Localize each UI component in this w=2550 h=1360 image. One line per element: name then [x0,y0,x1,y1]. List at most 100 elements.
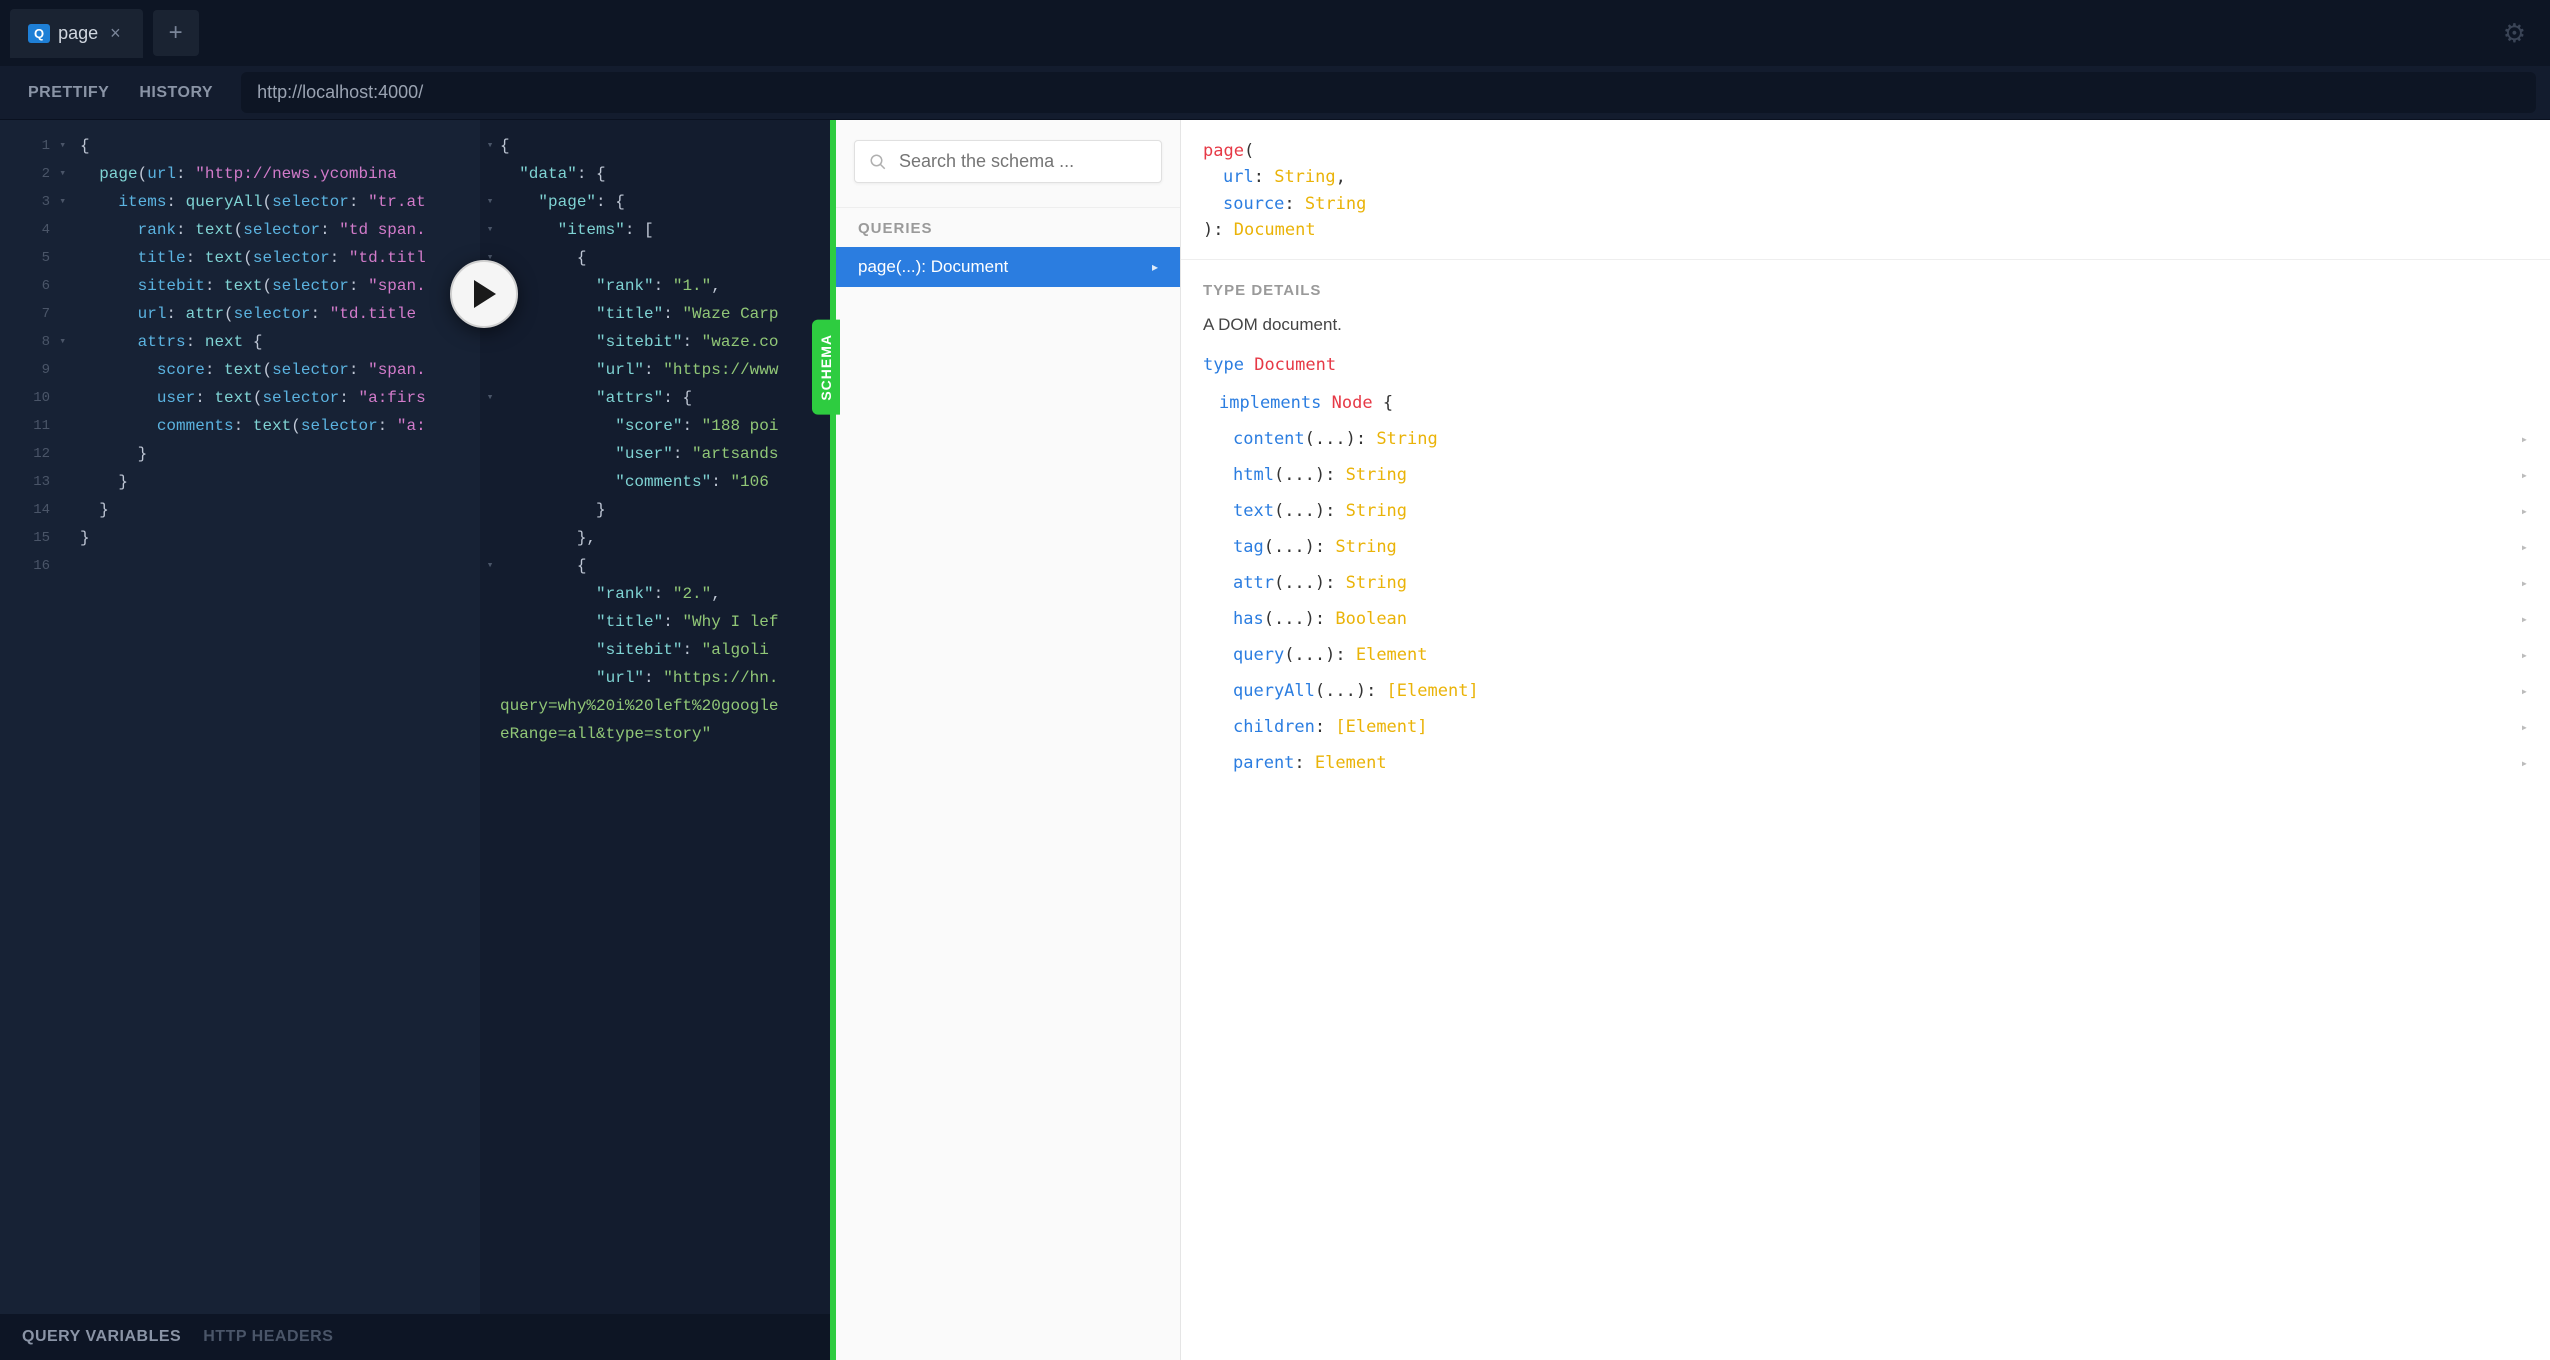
result-line: "score": "188 poi [500,412,830,440]
schema-tab-handle[interactable]: SCHEMA [812,320,840,415]
editor-gutter: 12345678910111213141516 [0,120,60,1360]
fold-toggle [480,496,500,524]
type-field[interactable]: queryAll(...): [Element]▸ [1219,673,2542,709]
fold-toggle[interactable]: ▾ [480,216,500,244]
fold-toggle [480,160,500,188]
code-line[interactable]: attrs: next { [80,328,426,356]
code-line[interactable]: url: attr(selector: "td.title [80,300,426,328]
result-line: "url": "https://hn. [500,664,830,692]
code-line[interactable]: score: text(selector: "span. [80,356,426,384]
fold-toggle[interactable]: ▾ [480,384,500,412]
code-line[interactable]: title: text(selector: "td.titl [80,244,426,272]
fold-toggle [480,692,500,720]
type-field[interactable]: tag(...): String▸ [1219,529,2542,565]
tab-badge: Q [28,24,50,43]
line-number: 10 [0,384,54,412]
code-line[interactable]: } [80,468,426,496]
fold-toggle [480,356,500,384]
fold-toggle [480,608,500,636]
result-line: "user": "artsands [500,440,830,468]
fold-toggle[interactable]: ▾ [480,188,500,216]
toolbar: PRETTIFY HISTORY [0,66,2550,120]
endpoint-input[interactable] [241,72,2536,113]
gear-icon: ⚙ [2503,18,2526,48]
code-line[interactable]: } [80,440,426,468]
close-icon[interactable]: × [106,23,125,44]
code-line[interactable]: user: text(selector: "a:firs [80,384,426,412]
type-field[interactable]: content(...): String▸ [1219,421,2542,457]
main-area: SCHEMA 12345678910111213141516 { page(ur… [0,120,2550,1360]
line-number: 9 [0,356,54,384]
result-line: "rank": "1.", [500,272,830,300]
code-line[interactable]: page(url: "http://news.ycombina [80,160,426,188]
line-number: 7 [0,300,54,328]
code-line[interactable]: } [80,524,426,552]
schema-query-item[interactable]: page(...): Document▸ [836,247,1180,287]
chevron-right-icon: ▸ [2521,468,2528,482]
line-number: 8 [0,328,54,356]
result-line: eRange=all&type=story" [500,720,830,748]
fold-toggle [480,412,500,440]
schema-search[interactable] [854,140,1162,183]
result-line: query=why%20i%20left%20google [500,692,830,720]
code-line[interactable]: { [80,132,426,160]
result-line: "sitebit": "algoli [500,636,830,664]
result-line: "data": { [500,160,830,188]
type-field[interactable]: children: [Element]▸ [1219,709,2542,745]
schema-search-input[interactable] [899,151,1147,172]
chevron-right-icon: ▸ [2521,648,2528,662]
result-pane: ▾▾▾▾▾▾ { "data": { "page": { "items": [ … [480,120,830,1360]
chevron-right-icon: ▸ [2521,432,2528,446]
line-number: 12 [0,440,54,468]
code-line[interactable]: items: queryAll(selector: "tr.at [80,188,426,216]
type-field[interactable]: attr(...): String▸ [1219,565,2542,601]
http-headers-tab[interactable]: HTTP HEADERS [203,1328,333,1346]
line-number: 16 [0,552,54,580]
type-field[interactable]: has(...): Boolean▸ [1219,601,2542,637]
fold-toggle [480,664,500,692]
result-line: "rank": "2.", [500,580,830,608]
type-field[interactable]: query(...): Element▸ [1219,637,2542,673]
bottom-bar: QUERY VARIABLES HTTP HEADERS [0,1314,830,1360]
result-line: "page": { [500,188,830,216]
result-line: "items": [ [500,216,830,244]
type-field[interactable]: text(...): String▸ [1219,493,2542,529]
result-code[interactable]: { "data": { "page": { "items": [ { "rank… [480,120,830,748]
query-variables-tab[interactable]: QUERY VARIABLES [22,1328,181,1346]
execute-button[interactable] [450,260,518,328]
line-number: 6 [0,272,54,300]
line-number: 14 [0,496,54,524]
line-number: 11 [0,412,54,440]
result-line: { [500,244,830,272]
search-icon [869,153,887,171]
settings-button[interactable]: ⚙ [2503,18,2540,49]
fold-toggle [480,580,500,608]
query-editor[interactable]: 12345678910111213141516 { page(url: "htt… [0,120,480,1360]
code-line[interactable]: } [80,496,426,524]
line-number: 15 [0,524,54,552]
result-line: "attrs": { [500,384,830,412]
prettify-button[interactable]: PRETTIFY [14,76,123,110]
fold-toggle[interactable]: ▾ [480,132,500,160]
chevron-right-icon: ▸ [2521,540,2528,554]
type-field[interactable]: html(...): String▸ [1219,457,2542,493]
plus-icon: + [169,19,183,47]
code-line[interactable]: rank: text(selector: "td span. [80,216,426,244]
result-line: "title": "Why I lef [500,608,830,636]
signature-arg: source: String [1203,191,2528,217]
fold-toggle [480,636,500,664]
tab-active[interactable]: Q page × [10,9,143,58]
editor-code[interactable]: { page(url: "http://news.ycombina items:… [60,120,426,1360]
tab-bar: Q page × + ⚙ [0,0,2550,66]
new-tab-button[interactable]: + [153,10,199,56]
code-line[interactable]: sitebit: text(selector: "span. [80,272,426,300]
docs-panel: page( url: String,source: String ): Docu… [1181,120,2550,1360]
history-button[interactable]: HISTORY [125,76,227,110]
code-line[interactable]: comments: text(selector: "a: [80,412,426,440]
type-field[interactable]: parent: Element▸ [1219,745,2542,781]
fold-toggle [480,468,500,496]
line-number: 1 [0,132,54,160]
fold-toggle [480,524,500,552]
fold-toggle[interactable]: ▾ [480,552,500,580]
chevron-right-icon: ▸ [2521,756,2528,770]
